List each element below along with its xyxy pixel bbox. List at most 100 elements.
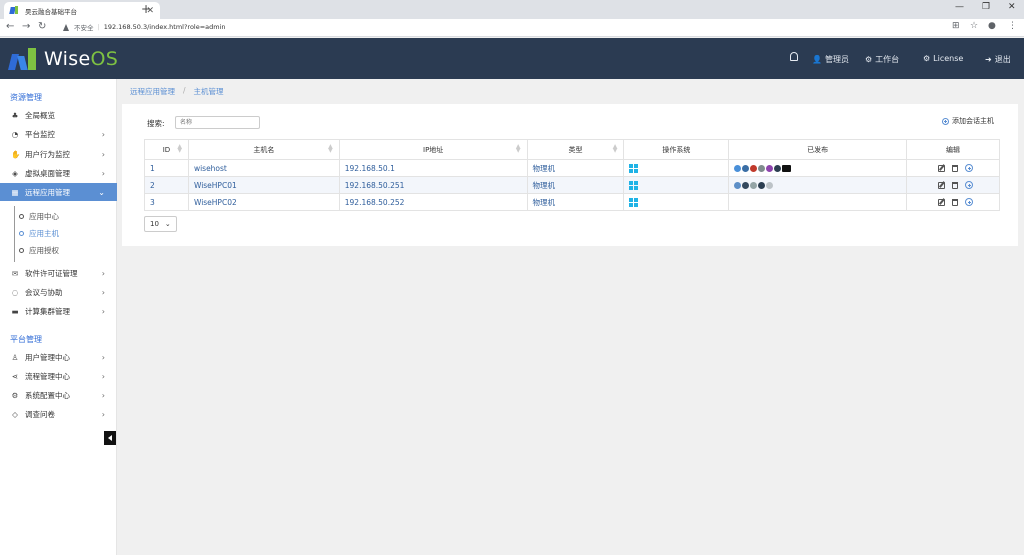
- app-icon[interactable]: [774, 164, 782, 172]
- app-icon[interactable]: [750, 181, 758, 189]
- app-icon[interactable]: [766, 164, 774, 172]
- page-size-select[interactable]: 10 ⌄: [144, 216, 177, 232]
- translate-icon[interactable]: ⊞: [952, 21, 960, 31]
- logo-text-wise: Wise: [44, 48, 91, 70]
- tab-title: 昊云融合基础平台: [25, 7, 77, 16]
- edit-icon[interactable]: [938, 181, 946, 189]
- sidebar: 资源管理 ♣ 全局概览 ◔ 平台监控 › ✋ 用户行为监控 › ◈ 虚拟桌面管理…: [0, 79, 117, 555]
- chevron-right-icon: ›: [101, 129, 105, 139]
- new-tab-icon[interactable]: +: [140, 2, 152, 16]
- column-header-ip[interactable]: IP地址 ▲ ▼: [338, 139, 528, 160]
- cell-ip: 192.168.50.252: [338, 193, 528, 211]
- url-field[interactable]: 不安全 | 192.168.50.3/index.html?role=admin: [63, 22, 226, 32]
- sidebar-subitem-app-auth[interactable]: 应用授权: [19, 245, 59, 256]
- menu-icon[interactable]: ⋮: [1008, 21, 1017, 31]
- restore-icon[interactable]: ❐: [982, 2, 990, 12]
- logo-text-os: OS: [90, 48, 119, 70]
- sidebar-item-label: 流程管理中心: [25, 371, 70, 381]
- chevron-right-icon: ›: [101, 268, 105, 278]
- sidebar-item-label: 调查问卷: [25, 409, 55, 419]
- table-row[interactable]: 1 wisehost 192.168.50.1 物理机: [144, 159, 1000, 177]
- add-session-host-button[interactable]: 添加会话主机: [942, 116, 994, 126]
- sort-icon: ▲ ▼: [515, 143, 521, 154]
- header-workbench[interactable]: ⚙ 工作台: [865, 54, 899, 65]
- sidebar-item-vdesktop[interactable]: ◈ 虚拟桌面管理 ›: [0, 164, 117, 182]
- sidebar-item-sysconfig[interactable]: ⚙ 系统配置中心 ›: [0, 386, 117, 404]
- sidebar-item-users[interactable]: ♙ 用户管理中心 ›: [0, 348, 117, 366]
- bell-icon[interactable]: [790, 52, 798, 61]
- browser-tab[interactable]: 昊云融合基础平台 ✕: [4, 2, 160, 19]
- plus-circle-icon[interactable]: [965, 164, 974, 172]
- sidebar-item-monitor[interactable]: ◔ 平台监控 ›: [0, 125, 117, 143]
- chat-icon: ◌: [11, 287, 19, 297]
- warning-icon: [63, 23, 70, 31]
- gears-icon: ⚙: [865, 55, 873, 64]
- logout-icon: ➜: [985, 55, 992, 64]
- sidebar-item-workflow[interactable]: ⋖ 流程管理中心 ›: [0, 367, 117, 385]
- column-header-type[interactable]: 类型 ▲ ▼: [526, 139, 625, 160]
- plus-circle-icon: [942, 117, 949, 125]
- app-icon[interactable]: [750, 164, 758, 172]
- column-header-id[interactable]: ID ▲ ▼: [144, 139, 189, 160]
- gears-icon: ⚙: [923, 54, 931, 63]
- minimize-icon[interactable]: —: [955, 2, 964, 12]
- collapse-sidebar-button[interactable]: [104, 431, 116, 445]
- header-logout[interactable]: ➜ 退出: [985, 54, 1011, 65]
- column-header-edit: 编辑: [906, 139, 1000, 160]
- insecure-label: 不安全: [74, 24, 94, 32]
- app-icon[interactable]: [766, 181, 774, 189]
- cell-id: 3: [144, 193, 189, 211]
- breadcrumb-parent[interactable]: 远程应用管理: [130, 86, 175, 97]
- plus-circle-icon[interactable]: [965, 198, 974, 206]
- app-icon[interactable]: [734, 164, 742, 172]
- header-license[interactable]: ⚙ License: [923, 54, 963, 63]
- plus-circle-icon[interactable]: [965, 181, 974, 189]
- column-header-os: 操作系统: [623, 139, 730, 160]
- header-user[interactable]: 👤 管理员: [812, 54, 849, 65]
- app-icon[interactable]: [758, 181, 766, 189]
- column-header-hostname[interactable]: 主机名 ▲ ▼: [187, 139, 340, 160]
- column-header-label: 操作系统: [662, 145, 691, 154]
- sidebar-item-license[interactable]: ✉ 软件许可证管理 ›: [0, 264, 117, 282]
- cell-ip: 192.168.50.1: [338, 159, 528, 177]
- reload-icon[interactable]: ↻: [38, 21, 46, 32]
- sidebar-section-resources: 资源管理: [10, 93, 42, 102]
- trash-icon[interactable]: [952, 198, 959, 206]
- table-row[interactable]: 2 WiseHPC01 192.168.50.251 物理机: [144, 176, 1000, 194]
- sidebar-item-label: 用户管理中心: [25, 352, 70, 362]
- sidebar-item-overview[interactable]: ♣ 全局概览: [0, 106, 117, 124]
- add-session-host-label: 添加会话主机: [952, 117, 994, 125]
- gear-icon: ⚙: [11, 390, 19, 400]
- browser-tab-bar: 昊云融合基础平台 ✕ + — ❐ ✕: [0, 0, 1024, 19]
- sidebar-item-survey[interactable]: ◇ 调查问卷 ›: [0, 405, 117, 423]
- search-input[interactable]: [175, 116, 260, 129]
- sidebar-item-remote-app[interactable]: ▦ 远程应用管理 ⌄: [0, 183, 117, 201]
- sidebar-item-meeting[interactable]: ◌ 会议与协助 ›: [0, 283, 117, 301]
- cell-type: 物理机: [526, 193, 625, 211]
- chevron-down-icon: ⌄: [164, 220, 171, 228]
- sidebar-subitem-app-center[interactable]: 应用中心: [19, 211, 59, 222]
- sidebar-item-cluster[interactable]: ▬ 计算集群管理 ›: [0, 302, 117, 320]
- sidebar-subitem-app-host[interactable]: 应用主机: [19, 228, 59, 239]
- trash-icon[interactable]: [952, 164, 959, 172]
- sidebar-item-label: 虚拟桌面管理: [25, 168, 70, 178]
- close-window-icon[interactable]: ✕: [1008, 2, 1016, 12]
- edit-icon[interactable]: [938, 198, 946, 206]
- trash-icon[interactable]: [952, 181, 959, 189]
- breadcrumb-separator: /: [183, 86, 186, 95]
- cell-os: [623, 159, 730, 177]
- table-row[interactable]: 3 WiseHPC02 192.168.50.252 物理机: [144, 193, 1000, 211]
- back-icon[interactable]: ←: [6, 21, 14, 32]
- forward-icon[interactable]: →: [22, 21, 30, 32]
- bookmark-star-icon[interactable]: ☆: [970, 21, 978, 31]
- sidebar-item-behavior[interactable]: ✋ 用户行为监控 ›: [0, 145, 117, 163]
- app-icon[interactable]: [782, 164, 792, 172]
- app-icon[interactable]: [742, 164, 750, 172]
- app-icon[interactable]: [734, 181, 742, 189]
- cell-published: [728, 176, 908, 194]
- sidebar-subitem-label: 应用主机: [29, 229, 59, 238]
- app-icon[interactable]: [742, 181, 750, 189]
- app-icon[interactable]: [758, 164, 766, 172]
- profile-icon[interactable]: ●: [988, 21, 996, 31]
- edit-icon[interactable]: [938, 164, 946, 172]
